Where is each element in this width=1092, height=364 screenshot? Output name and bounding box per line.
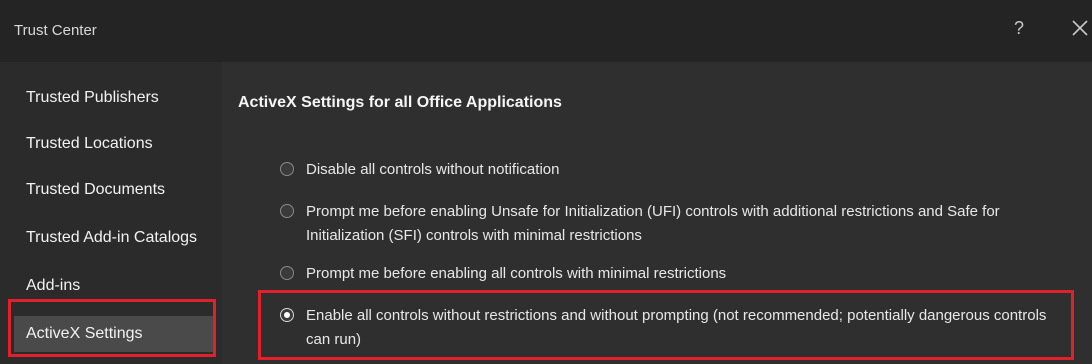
radio-button[interactable] [280,162,294,176]
sidebar-item-trusted-locations[interactable]: Trusted Locations [14,126,214,162]
option-label: Prompt me before enabling Unsafe for Ini… [306,203,1000,244]
section-title: ActiveX Settings for all Office Applicat… [238,94,562,111]
option-label: Disable all controls without notificatio… [306,161,560,178]
option-label: Prompt me before enabling all controls w… [306,265,727,282]
option-disable-all-controls[interactable]: Disable all controls without notificatio… [280,158,1070,182]
radio-button[interactable] [280,204,294,218]
radio-button[interactable] [280,266,294,280]
help-button[interactable]: ? [1014,18,1024,39]
option-prompt-ufi-sfi[interactable]: Prompt me before enabling Unsafe for Ini… [280,200,1070,248]
sidebar-item-trusted-add-in-catalogs[interactable]: Trusted Add-in Catalogs [14,220,214,256]
window-title: Trust Center [14,22,97,39]
close-icon[interactable] [1070,18,1092,40]
option-prompt-all-controls[interactable]: Prompt me before enabling all controls w… [280,262,1070,286]
sidebar-item-trusted-publishers[interactable]: Trusted Publishers [14,80,214,116]
option-selection-highlight [258,290,1074,360]
sidebar-selection-highlight [8,299,216,357]
sidebar-item-trusted-documents[interactable]: Trusted Documents [14,172,214,208]
title-bar: Trust Center ? [0,0,1092,62]
